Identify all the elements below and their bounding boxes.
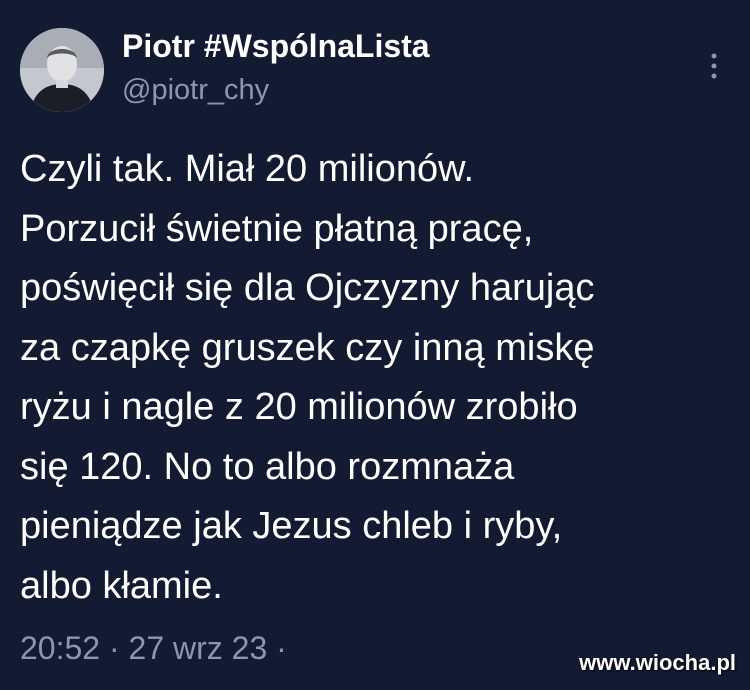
- tweet-text: Czyli tak. Miał 20 milionów. Porzucił św…: [20, 148, 595, 607]
- tweet-card: Piotr #WspólnaLista @piotr_chy Czyli tak…: [0, 0, 750, 690]
- profile-photo-icon: [20, 28, 104, 112]
- more-options-icon[interactable]: [708, 48, 720, 84]
- tweet-time: 20:52: [20, 630, 101, 666]
- user-handle[interactable]: @piotr_chy: [122, 74, 269, 107]
- tweet-timestamp[interactable]: 20:52 · 27 wrz 23 ·: [20, 630, 287, 667]
- meta-separator: ·: [108, 630, 120, 666]
- display-name[interactable]: Piotr #WspólnaLista: [122, 28, 430, 65]
- tweet-date: 27 wrz 23: [128, 630, 268, 666]
- watermark: www.wiocha.pl: [579, 650, 736, 675]
- meta-trailing-separator: ·: [276, 630, 287, 666]
- avatar[interactable]: [20, 28, 104, 112]
